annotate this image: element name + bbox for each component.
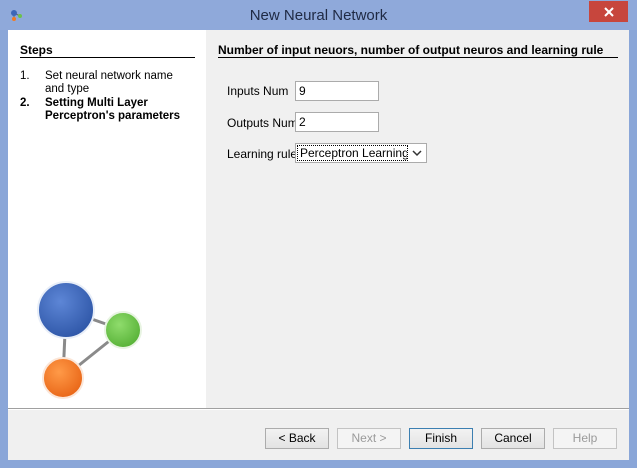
- section-divider: [218, 57, 618, 58]
- step-label: Setting Multi Layer Perceptron's paramet…: [45, 97, 181, 122]
- outputs-num-field[interactable]: [295, 112, 379, 132]
- dialog-content: Steps 1. Set neural network name and typ…: [8, 30, 629, 460]
- dialog-window: New Neural Network Steps 1. Set neural n…: [0, 0, 637, 468]
- neural-network-logo: [37, 281, 142, 399]
- next-button[interactable]: Next >: [337, 428, 401, 449]
- steps-divider: [20, 57, 195, 58]
- steps-panel: Steps 1. Set neural network name and typ…: [8, 30, 206, 408]
- step-number: 2.: [20, 97, 30, 109]
- close-icon: [603, 6, 614, 17]
- learning-rule-select[interactable]: Perceptron Learning: [295, 143, 427, 163]
- window-title: New Neural Network: [249, 7, 388, 24]
- learning-rule-value: Perceptron Learning: [297, 145, 408, 161]
- close-button[interactable]: [589, 1, 628, 22]
- finish-button[interactable]: Finish: [409, 428, 473, 449]
- step-label: Set neural network name and type: [45, 70, 173, 95]
- inputs-num-label: Inputs Num: [227, 84, 289, 98]
- section-heading: Number of input neuors, number of output…: [218, 43, 604, 57]
- learning-rule-label: Learning rule: [227, 147, 298, 161]
- title-bar[interactable]: New Neural Network: [0, 0, 637, 30]
- footer-divider-highlight: [8, 409, 629, 410]
- cancel-button[interactable]: Cancel: [481, 428, 545, 449]
- outputs-num-label: Outputs Num: [227, 116, 298, 130]
- back-button[interactable]: < Back: [265, 428, 329, 449]
- chevron-down-icon: [412, 150, 422, 157]
- help-button[interactable]: Help: [553, 428, 617, 449]
- step-number: 1.: [20, 70, 30, 82]
- inputs-num-field[interactable]: [295, 81, 379, 101]
- steps-heading: Steps: [20, 43, 53, 57]
